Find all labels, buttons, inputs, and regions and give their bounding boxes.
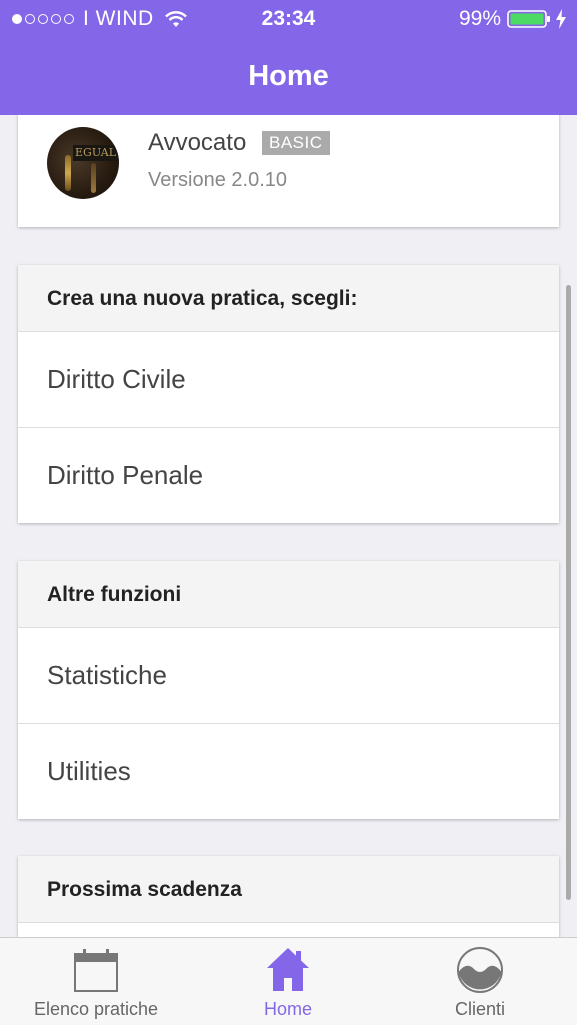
- status-right: 99%: [459, 7, 567, 31]
- app-avatar: EGUAL: [47, 127, 119, 199]
- avatar-tassel-art: [91, 163, 96, 193]
- tab-home[interactable]: Home: [192, 938, 384, 1025]
- profile-card: EGUAL Avvocato BASIC Versione 2.0.10: [18, 115, 559, 227]
- menu-item-diritto-civile[interactable]: Diritto Civile: [18, 332, 559, 428]
- top-bar: I WIND 23:34 99% Home: [0, 0, 577, 115]
- charging-bolt-icon: [556, 9, 566, 29]
- section-title: Altre funzioni: [47, 583, 182, 606]
- tab-label: Home: [263, 999, 312, 1019]
- clients-icon: [457, 947, 503, 993]
- menu-item-label: Diritto Civile: [47, 364, 186, 394]
- status-bar: I WIND 23:34 99%: [0, 0, 577, 38]
- app-version: Versione 2.0.10: [148, 169, 287, 191]
- tab-elenco-pratiche[interactable]: Elenco pratiche: [0, 938, 192, 1025]
- create-practice-card: Crea una nuova pratica, scegli: Diritto …: [18, 265, 559, 523]
- avatar-tassel-art: [65, 155, 71, 191]
- battery-icon: [507, 10, 550, 28]
- section-title: Prossima scadenza: [47, 878, 242, 901]
- other-functions-card: Altre funzioni Statistiche Utilities: [18, 561, 559, 819]
- scrollbar[interactable]: [566, 285, 571, 900]
- menu-item-diritto-penale[interactable]: Diritto Penale: [18, 428, 559, 523]
- tab-label: Clienti: [454, 999, 506, 1019]
- next-deadline-card: Prossima scadenza: [18, 856, 559, 937]
- menu-item-label: Diritto Penale: [47, 460, 204, 490]
- menu-item-utilities[interactable]: Utilities: [18, 724, 559, 819]
- tab-label: Elenco pratiche: [33, 999, 159, 1019]
- menu-item-label: Utilities: [47, 756, 131, 786]
- menu-item-label: Statistiche: [47, 660, 167, 690]
- plan-badge: BASIC: [262, 131, 330, 155]
- page-title: Home: [248, 60, 329, 92]
- section-header: Crea una nuova pratica, scegli:: [18, 265, 559, 332]
- section-header: Altre funzioni: [18, 561, 559, 628]
- app-name: Avvocato: [148, 129, 247, 156]
- calendar-icon: [74, 949, 118, 992]
- home-content[interactable]: EGUAL Avvocato BASIC Versione 2.0.10 Cre…: [0, 115, 577, 937]
- section-title: Crea una nuova pratica, scegli:: [47, 287, 358, 310]
- section-header: Prossima scadenza: [18, 856, 559, 923]
- tab-clienti[interactable]: Clienti: [384, 938, 576, 1025]
- tab-bar: Elenco pratiche Home Clienti: [0, 937, 577, 1025]
- avatar-plaque-art: EGUAL: [73, 145, 119, 161]
- battery-percent: 99%: [458, 7, 501, 30]
- menu-item-statistiche[interactable]: Statistiche: [18, 628, 559, 724]
- home-icon: [267, 948, 309, 991]
